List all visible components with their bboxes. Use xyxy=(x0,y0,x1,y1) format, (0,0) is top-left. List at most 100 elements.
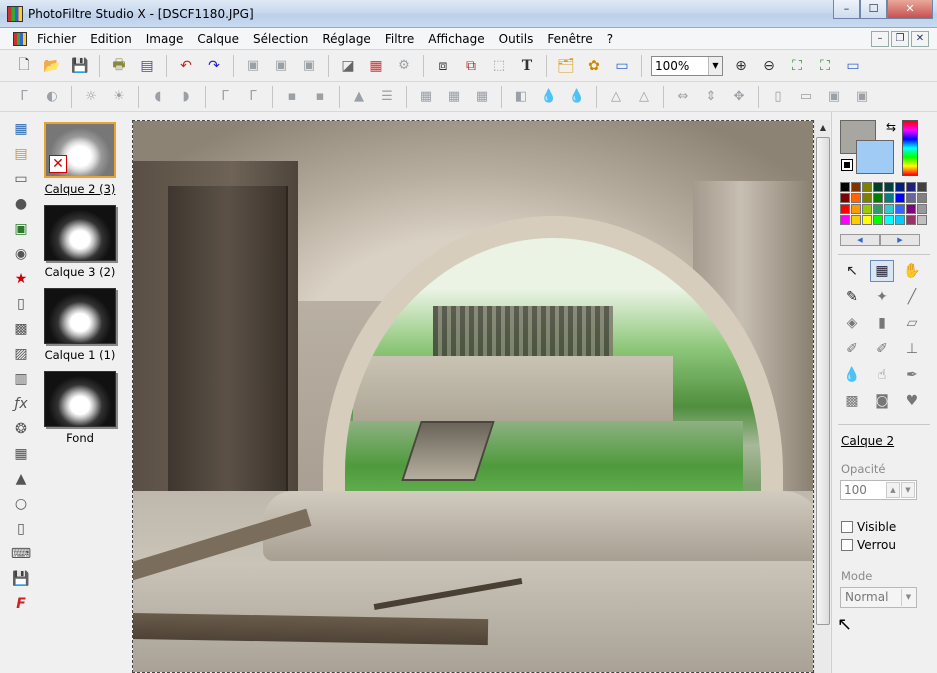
palette-swatch[interactable] xyxy=(895,204,905,214)
palette-icon[interactable]: ▦ xyxy=(365,55,387,77)
auto-contrast-icon[interactable]: ◐ xyxy=(41,86,63,108)
photofiltre-logo-icon[interactable]: F xyxy=(10,593,32,615)
eraser-icon[interactable]: ▱ xyxy=(900,312,924,334)
triangle-strong-icon[interactable]: △ xyxy=(633,86,655,108)
palette-swatch[interactable] xyxy=(917,193,927,203)
layer-paste-icon[interactable]: ▣ xyxy=(270,55,292,77)
palette-swatch[interactable] xyxy=(884,204,894,214)
layer-copy-icon[interactable]: ▣ xyxy=(242,55,264,77)
palette-swatch[interactable] xyxy=(895,193,905,203)
monitor-icon[interactable]: ▭ xyxy=(10,168,32,190)
opacity-down-icon[interactable]: ▼ xyxy=(901,482,915,498)
redo-icon[interactable]: ↷ xyxy=(203,55,225,77)
circle-icon[interactable]: ● xyxy=(10,193,32,215)
smudge-icon[interactable]: ☝ xyxy=(870,364,894,386)
layer-item[interactable]: Fond xyxy=(42,371,118,445)
selection-icon[interactable]: ⬚ xyxy=(488,55,510,77)
layer-item[interactable]: Calque 1 (1) xyxy=(42,288,118,362)
disk-2000-icon[interactable]: 💾 xyxy=(10,568,32,590)
book-icon[interactable]: ▯ xyxy=(10,518,32,540)
mosaic-icon[interactable]: ▦ xyxy=(443,86,465,108)
zoom-in-icon[interactable]: ⊕ xyxy=(730,55,752,77)
saturation-minus-icon[interactable]: ▪ xyxy=(281,86,303,108)
contrast-minus-icon[interactable]: ◖ xyxy=(147,86,169,108)
zoom-out-icon[interactable]: ⊖ xyxy=(758,55,780,77)
triangle-filter-icon[interactable]: △ xyxy=(605,86,627,108)
palette-swatch[interactable] xyxy=(851,204,861,214)
fill-bucket-icon[interactable]: ◈ xyxy=(840,312,864,334)
palette-swatch[interactable] xyxy=(884,182,894,192)
mountain-icon[interactable]: ▲ xyxy=(10,468,32,490)
palette-swatch[interactable] xyxy=(862,215,872,225)
current-layer-name[interactable]: Calque 2 xyxy=(841,434,894,448)
palette-swatch[interactable] xyxy=(873,215,883,225)
frame-icon[interactable]: ▤ xyxy=(10,143,32,165)
flip-vertical-icon[interactable]: ⇕ xyxy=(700,86,722,108)
new-doc-icon[interactable]: 🗋 xyxy=(13,55,35,77)
palette-swatch[interactable] xyxy=(840,204,850,214)
scroll-thumb[interactable] xyxy=(816,137,830,625)
save-icon[interactable]: 💾 xyxy=(69,55,91,77)
opacity-spinner[interactable]: 100 ▲ ▼ xyxy=(840,480,917,500)
menu-affichage[interactable]: Affichage xyxy=(421,32,491,46)
stamp-icon[interactable]: ⊥ xyxy=(900,338,924,360)
flip-horizontal-icon[interactable]: ⇔ xyxy=(672,86,694,108)
transform-icon[interactable]: ✥ xyxy=(728,86,750,108)
auto-levels-icon[interactable]: Γ xyxy=(13,86,35,108)
menu-filtre[interactable]: Filtre xyxy=(378,32,421,46)
histogram-icon[interactable]: ▲ xyxy=(348,86,370,108)
grid-filter-icon[interactable]: ▦ xyxy=(415,86,437,108)
equalize-icon[interactable]: ☰ xyxy=(376,86,398,108)
layer-item[interactable]: Calque 3 (2) xyxy=(42,205,118,279)
palette-swatch[interactable] xyxy=(873,204,883,214)
palette-swatch[interactable] xyxy=(851,193,861,203)
diagonal-pattern-icon[interactable]: ▨ xyxy=(10,343,32,365)
function-icon[interactable]: ƒx xyxy=(10,393,32,415)
layer-thumbnail[interactable] xyxy=(44,205,116,261)
menu-image[interactable]: Image xyxy=(139,32,191,46)
plugin-icon[interactable]: ✿ xyxy=(583,55,605,77)
lock-checkbox[interactable]: Verrou xyxy=(841,538,896,552)
background-color-swatch[interactable] xyxy=(856,140,894,174)
reset-colors-icon[interactable] xyxy=(841,159,853,171)
minimize-button[interactable]: – xyxy=(833,0,860,19)
contrast-plus-icon[interactable]: ◗ xyxy=(175,86,197,108)
image-canvas[interactable] xyxy=(132,120,814,673)
document-icon[interactable] xyxy=(13,32,27,46)
pointer-icon[interactable]: ↖ xyxy=(840,260,864,282)
menu-reglage[interactable]: Réglage xyxy=(315,32,378,46)
sharpen-icon[interactable]: 💧 xyxy=(566,86,588,108)
mask-off-icon[interactable]: ✕ xyxy=(49,155,67,173)
palette-swatch[interactable] xyxy=(906,193,916,203)
open-folder-icon[interactable]: 📂 xyxy=(41,55,63,77)
doc-restore-button[interactable]: ❐ xyxy=(891,31,909,47)
brightness-minus-icon[interactable]: ☼ xyxy=(80,86,102,108)
gradient-filter-icon[interactable]: ◧ xyxy=(510,86,532,108)
drop-icon[interactable]: 💧 xyxy=(840,364,864,386)
shape-icon[interactable]: ♥ xyxy=(900,390,924,412)
disc-icon[interactable]: ○ xyxy=(10,493,32,515)
menu-fichier[interactable]: Fichier xyxy=(30,32,83,46)
layer-item[interactable]: ✕ Calque 2 (3) xyxy=(42,122,118,196)
chevron-down-icon[interactable]: ▼ xyxy=(708,56,722,75)
window-icon[interactable]: ▭ xyxy=(611,55,633,77)
actual-size-icon[interactable]: ⛶ xyxy=(814,55,836,77)
palette-swatch[interactable] xyxy=(906,204,916,214)
palette-swatch[interactable] xyxy=(873,193,883,203)
texture-icon[interactable]: ▩ xyxy=(10,318,32,340)
palette-swatch[interactable] xyxy=(840,215,850,225)
camera-icon[interactable]: ▣ xyxy=(10,218,32,240)
document-page-icon[interactable]: ▯ xyxy=(10,293,32,315)
palette-swatch[interactable] xyxy=(917,215,927,225)
visible-checkbox[interactable]: Visible xyxy=(841,520,896,534)
color-palette[interactable] xyxy=(840,182,927,230)
menu-selection[interactable]: Sélection xyxy=(246,32,315,46)
star-icon[interactable]: ★ xyxy=(10,268,32,290)
image-frame-icon[interactable]: ⧉ xyxy=(460,55,482,77)
palette-swatch[interactable] xyxy=(862,204,872,214)
print-icon[interactable]: 🖶 xyxy=(108,55,130,77)
palette-swatch[interactable] xyxy=(862,182,872,192)
layer-thumbnail[interactable] xyxy=(44,288,116,344)
selection-tool-icon[interactable]: ▦ xyxy=(870,260,894,282)
palette-swatch[interactable] xyxy=(917,204,927,214)
